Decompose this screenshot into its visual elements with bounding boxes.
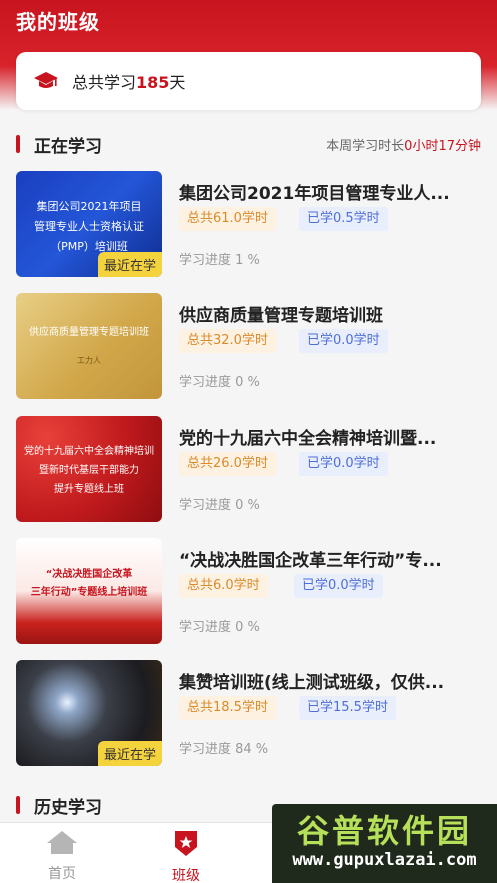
total-hours-tag: 总共6.0学时 [179,574,268,598]
watermark-title: 谷普软件园 [296,812,472,850]
section-marker [16,135,20,153]
studied-hours-tag: 已学0.5学时 [299,207,388,231]
graduation-cap-icon [32,70,60,92]
course-card[interactable]: 党的十九届六中全会精神培训 暨新时代基层干部能力 提升专题线上班 党的十九届六中… [16,416,481,524]
course-title: “决战决胜国企改革三年行动”专... [179,551,442,571]
study-summary-card: 总共学习185天 [16,52,481,110]
recent-badge: 最近在学 [97,252,162,277]
nav-class[interactable]: 班级 [146,829,226,883]
course-title: 集团公司2021年项目管理专业人... [179,184,450,204]
nav-class-label: 班级 [172,868,200,883]
course-title: 党的十九届六中全会精神培训暨... [179,429,437,449]
course-card[interactable]: 最近在学 集赞培训班(线上测试班级，仅供... 总共18.5学时 已学15.5学… [16,660,481,768]
history-learning-header: 历史学习 [16,793,102,818]
recent-badge: 最近在学 [97,741,162,766]
current-learning-header: 正在学习 [16,132,102,157]
course-title: 供应商质量管理专题培训班 [179,306,383,326]
total-hours-tag: 总共32.0学时 [179,329,276,353]
total-hours-tag: 总共61.0学时 [179,207,276,231]
progress-text: 学习进度 84 % [179,742,269,757]
progress-text: 学习进度 0 % [179,375,260,390]
total-study-days: 总共学习185天 [72,73,186,92]
course-card[interactable]: 供应商质量管理专题培训班 工力人 供应商质量管理专题培训班 总共32.0学时 已… [16,293,481,401]
section-title: 正在学习 [34,136,102,157]
course-thumbnail: “决战决胜国企改革 三年行动”专题线上培训班 [16,538,162,644]
studied-hours-tag: 已学0.0学时 [299,329,388,353]
studied-hours-tag: 已学0.0学时 [294,574,383,598]
watermark-url: www.gupuxlazai.com [292,850,477,870]
progress-text: 学习进度 1 % [179,253,260,268]
course-thumbnail: 最近在学 [16,660,162,766]
course-title: 集赞培训班(线上测试班级，仅供... [179,673,445,693]
progress-text: 学习进度 0 % [179,620,260,635]
course-card[interactable]: “决战决胜国企改革 三年行动”专题线上培训班 “决战决胜国企改革三年行动”专..… [16,538,481,646]
total-hours-tag: 总共18.5学时 [179,696,276,720]
course-thumbnail: 集团公司2021年项目 管理专业人士资格认证 （PMP）培训班 最近在学 [16,171,162,277]
course-thumbnail: 供应商质量管理专题培训班 工力人 [16,293,162,399]
progress-text: 学习进度 0 % [179,498,260,513]
page-title: 我的班级 [16,10,100,34]
studied-hours-tag: 已学15.5学时 [299,696,396,720]
section-title: 历史学习 [34,797,102,818]
section-marker [16,796,20,814]
course-thumbnail: 党的十九届六中全会精神培训 暨新时代基层干部能力 提升专题线上班 [16,416,162,522]
weekly-study-time: 本周学习时长0小时17分钟 [326,139,481,154]
nav-home-label: 首页 [48,866,76,882]
course-card[interactable]: 集团公司2021年项目 管理专业人士资格认证 （PMP）培训班 最近在学 集团公… [16,171,481,279]
studied-hours-tag: 已学0.0学时 [299,452,388,476]
total-hours-tag: 总共26.0学时 [179,452,276,476]
home-icon [45,831,79,859]
class-badge-icon [171,831,201,861]
watermark: 谷普软件园 www.gupuxlazai.com [272,804,497,883]
nav-home[interactable]: 首页 [22,829,102,883]
